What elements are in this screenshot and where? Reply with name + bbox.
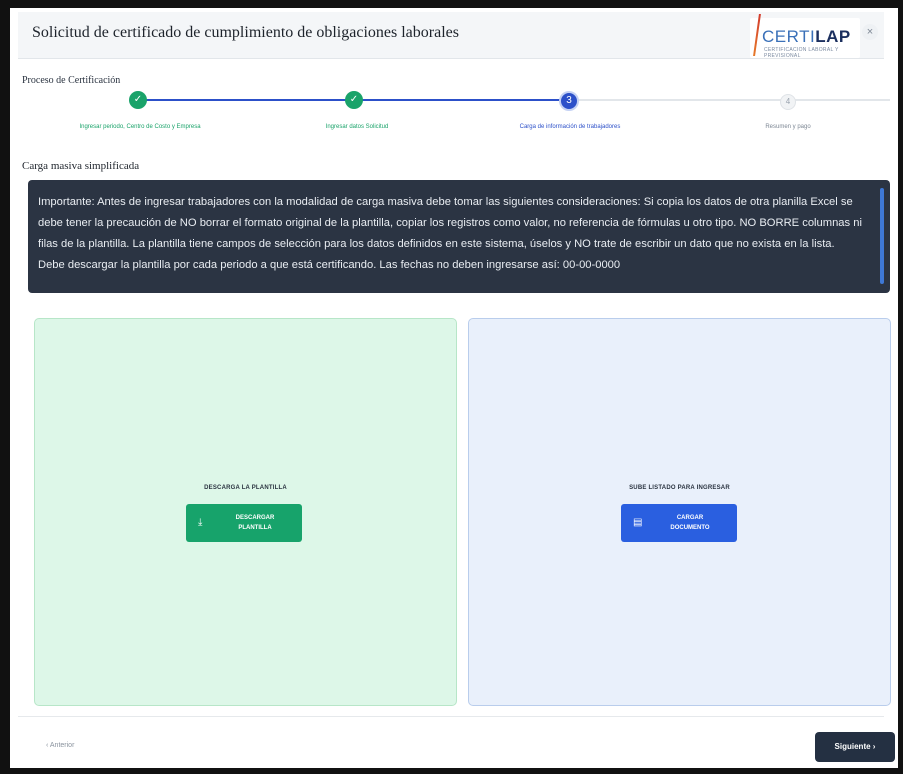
notice-scrollbar[interactable] (880, 188, 884, 284)
upload-list-panel: SUBE LISTADO PARA INGRESAR ▤ CARGAR DOCU… (468, 318, 891, 706)
logo-wordmark: CERTILAP (762, 27, 851, 46)
upload-button-label: CARGAR DOCUMENTO (670, 515, 710, 531)
step-1-check-icon[interactable]: ✓ (129, 91, 147, 109)
download-template-button[interactable]: ⤓ DESCARGAR PLANTILLA (186, 504, 302, 542)
upload-caption: SUBE LISTADO PARA INGRESAR (629, 485, 730, 491)
document-icon: ▤ (633, 517, 643, 528)
step-3-current[interactable]: 3 (559, 91, 579, 111)
certilap-logo: CERTILAP CERTIFICACION LABORAL Y PREVISI… (750, 14, 860, 59)
dialog-header: Solicitud de certificado de cumplimiento… (18, 12, 884, 59)
step-4-label: Resumen y pago (765, 124, 811, 130)
step-4-pending: 4 (780, 94, 796, 110)
section-title: Carga masiva simplificada (22, 160, 140, 172)
logo-flame-icon (753, 14, 761, 56)
close-button[interactable]: × (862, 24, 878, 40)
footer-divider (18, 716, 884, 717)
process-label: Proceso de Certificación (22, 75, 121, 86)
download-template-panel: DESCARGA LA PLANTILLA ⤓ DESCARGAR PLANTI… (34, 318, 457, 706)
previous-button[interactable]: ‹ Anterior (46, 742, 74, 749)
download-button-label: DESCARGAR PLANTILLA (235, 515, 275, 531)
next-button[interactable]: Siguiente › (815, 732, 895, 762)
step-2-label: Ingresar datos Solicitud (325, 124, 389, 130)
upload-document-button[interactable]: ▤ CARGAR DOCUMENTO (621, 504, 737, 542)
stepper-remaining-line (566, 99, 890, 101)
download-icon: ⤓ (198, 517, 203, 528)
important-notice: Importante: Antes de ingresar trabajador… (28, 180, 890, 293)
notice-text: Importante: Antes de ingresar trabajador… (38, 196, 862, 271)
step-2-check-icon[interactable]: ✓ (345, 91, 363, 109)
step-3-label: Carga de información de trabajadores (519, 124, 621, 130)
step-1-label: Ingresar periodo, Centro de Costo y Empr… (79, 124, 201, 130)
dialog-title: Solicitud de certificado de cumplimiento… (32, 24, 459, 41)
download-caption: DESCARGA LA PLANTILLA (204, 485, 287, 491)
logo-tagline: CERTIFICACION LABORAL Y PREVISIONAL (764, 47, 839, 59)
